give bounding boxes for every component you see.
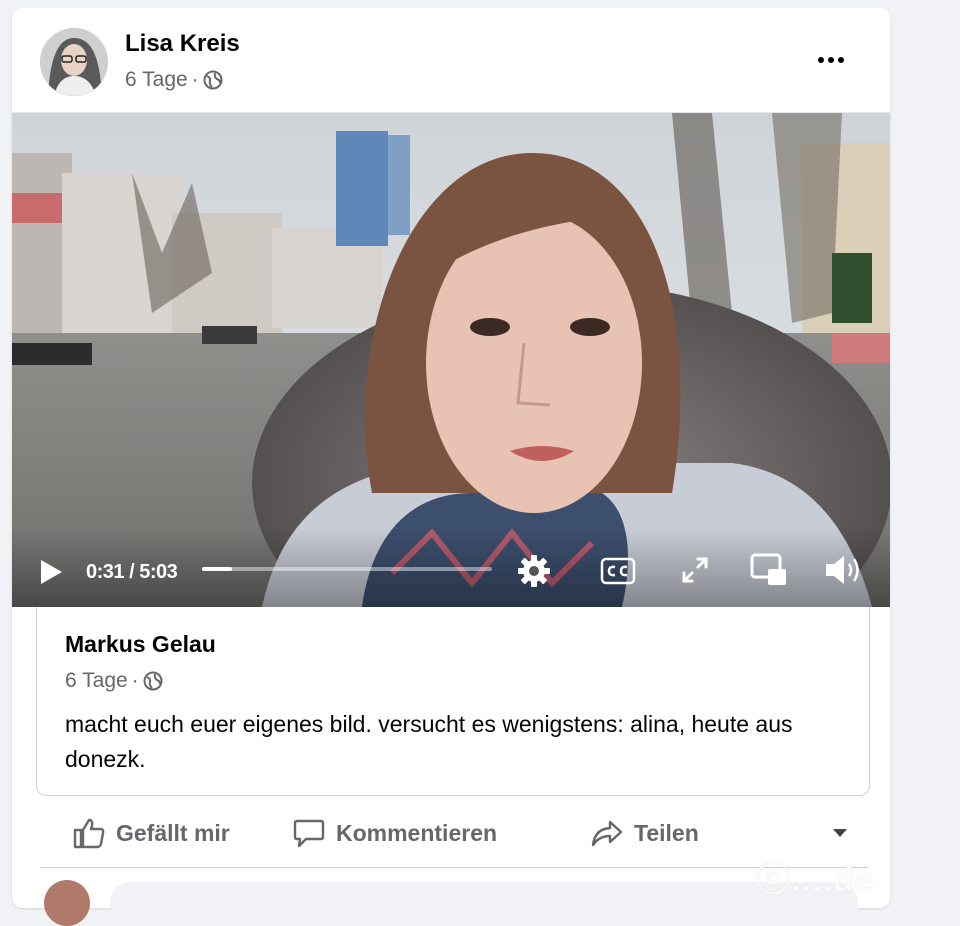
comment-button[interactable]: Kommentieren <box>292 808 497 858</box>
thumbs-up-icon <box>73 818 105 849</box>
video-progress-fill <box>202 567 232 571</box>
share-label: Teilen <box>634 819 699 846</box>
post-author-name[interactable]: Lisa Kreis <box>125 30 240 58</box>
post-actions-bar: Gefällt mir Kommentieren Teilen <box>12 808 890 858</box>
share-button[interactable]: Teilen <box>590 808 699 858</box>
author-avatar[interactable] <box>40 28 108 96</box>
video-player[interactable]: 0:31 / 5:03 <box>12 113 890 607</box>
comment-input[interactable] <box>110 882 858 924</box>
watermark: ⓒ....de <box>756 861 875 899</box>
video-progress-bar[interactable] <box>202 567 492 571</box>
dot-icon <box>828 57 834 63</box>
meta-separator: · <box>191 68 199 91</box>
dot-icon <box>838 57 844 63</box>
globe-icon[interactable] <box>143 671 163 691</box>
post-meta: 6 Tage · <box>125 68 223 92</box>
page-background-right <box>890 0 960 898</box>
picture-in-picture-icon[interactable] <box>750 553 788 587</box>
caret-down-icon <box>833 829 847 837</box>
shared-post-timestamp[interactable]: 6 Tage <box>65 669 128 693</box>
shared-post[interactable]: Markus Gelau 6 Tage · macht euch euer ei… <box>36 607 870 796</box>
shared-post-meta: 6 Tage · <box>65 669 163 693</box>
comment-icon <box>293 819 325 848</box>
fullscreen-icon[interactable] <box>680 555 710 585</box>
video-time-display: 0:31 / 5:03 <box>86 561 178 583</box>
dot-icon <box>818 57 824 63</box>
audience-dropdown-button[interactable] <box>830 808 850 858</box>
share-icon <box>591 820 623 847</box>
closed-captions-icon[interactable] <box>600 557 636 585</box>
like-label: Gefällt mir <box>116 819 230 846</box>
meta-separator: · <box>131 669 139 692</box>
current-user-avatar[interactable] <box>44 880 90 926</box>
shared-post-text: macht euch euer eigenes bild. versucht e… <box>65 711 793 772</box>
post-options-button[interactable] <box>808 40 854 80</box>
like-button[interactable]: Gefällt mir <box>72 808 230 858</box>
volume-icon[interactable] <box>824 553 864 587</box>
post-timestamp[interactable]: 6 Tage <box>125 68 188 92</box>
divider <box>40 867 868 868</box>
play-icon[interactable] <box>38 559 64 585</box>
shared-post-author-name[interactable]: Markus Gelau <box>65 631 216 658</box>
globe-icon[interactable] <box>203 70 223 90</box>
gear-icon[interactable] <box>516 553 552 589</box>
comment-label: Kommentieren <box>336 819 498 846</box>
